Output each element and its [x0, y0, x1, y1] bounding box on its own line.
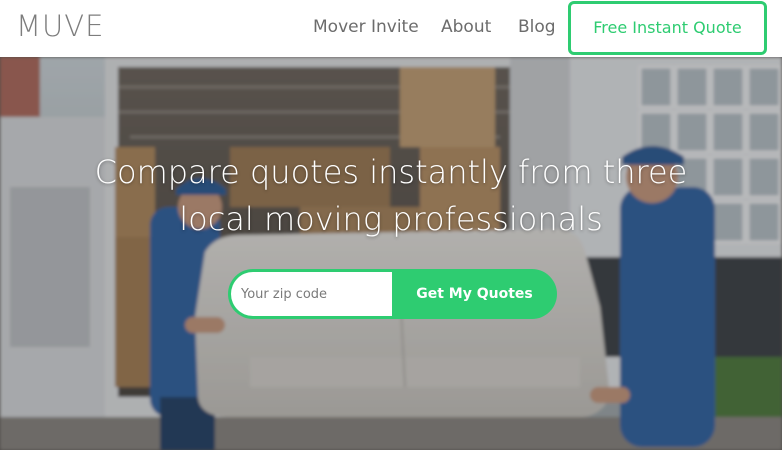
nav-link-about[interactable]: About — [441, 16, 491, 38]
zip-code-input[interactable] — [228, 269, 396, 319]
get-my-quotes-button[interactable]: Get My Quotes — [392, 269, 557, 319]
zip-quote-form: Get My Quotes — [228, 269, 557, 319]
brand-logo[interactable]: MUVE — [16, 8, 104, 44]
hero-headline: Compare quotes instantly from three loca… — [0, 149, 782, 243]
hero-section: Compare quotes instantly from three loca… — [0, 57, 782, 450]
top-navbar: MUVE Mover Invite About Blog Free Instan… — [0, 0, 782, 57]
hero-headline-line-1: Compare quotes instantly from three — [94, 153, 688, 191]
nav-link-mover-invite[interactable]: Mover Invite — [313, 16, 419, 38]
free-instant-quote-button[interactable]: Free Instant Quote — [568, 1, 767, 55]
hero-dark-overlay — [0, 57, 782, 450]
hero-headline-line-2: local moving professionals — [179, 200, 603, 238]
nav-link-blog[interactable]: Blog — [518, 16, 556, 38]
